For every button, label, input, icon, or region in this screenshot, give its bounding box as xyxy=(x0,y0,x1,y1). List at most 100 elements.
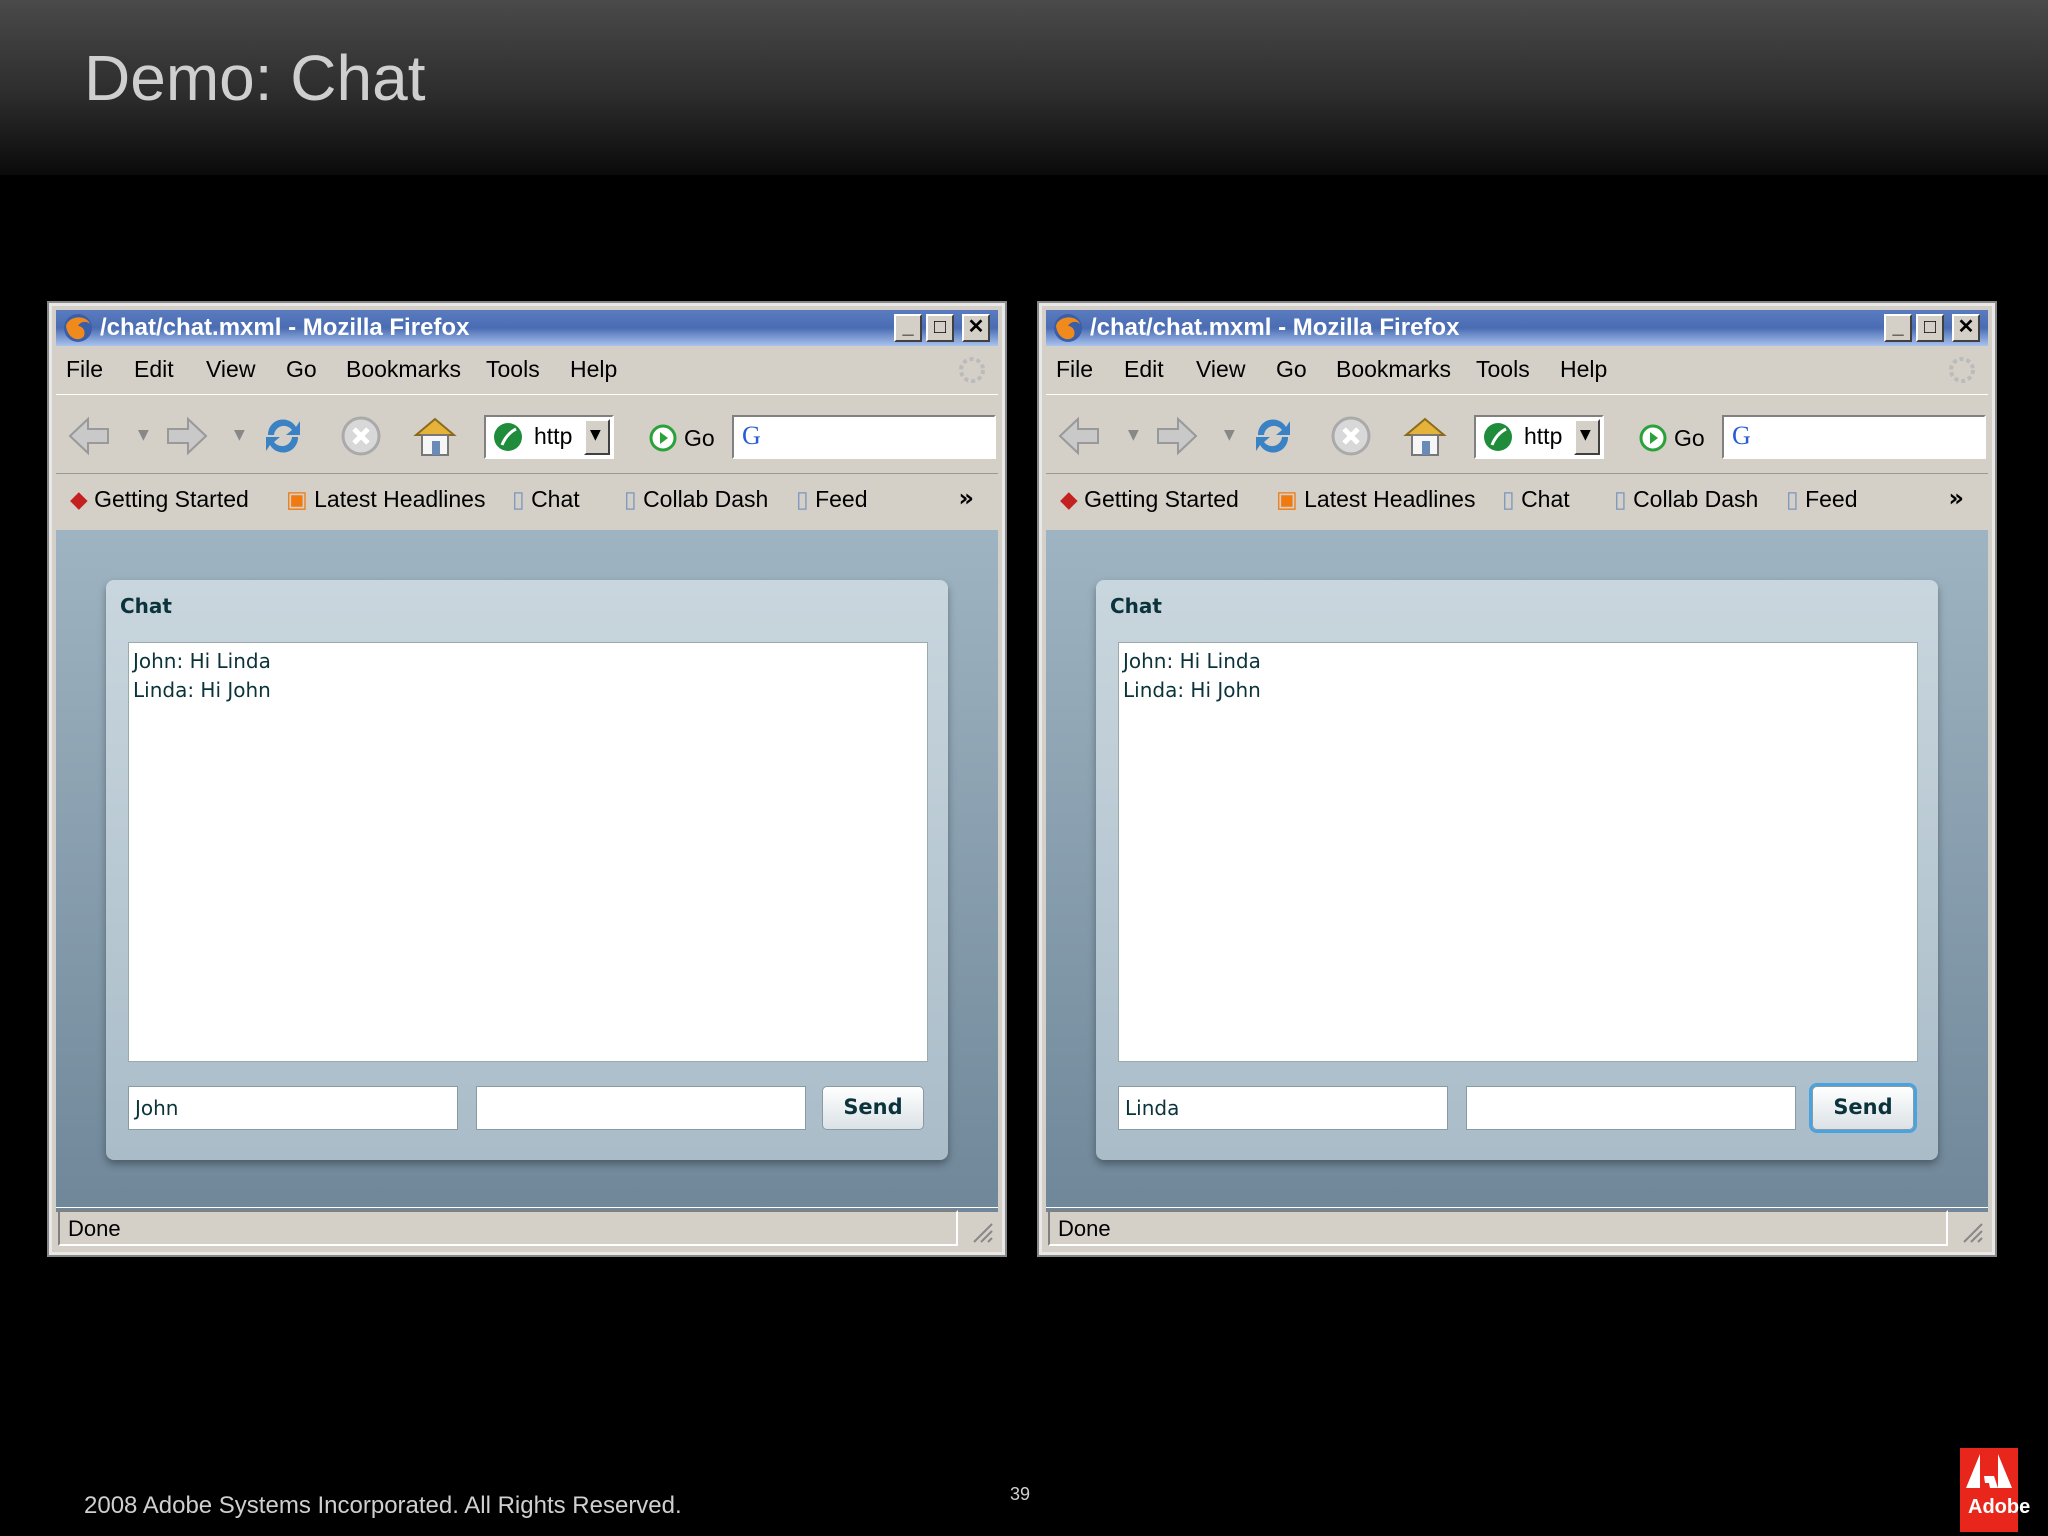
chat-panel: Chat John: Hi Linda Linda: Hi John Linda… xyxy=(1096,580,1938,1160)
back-arrow-icon[interactable] xyxy=(66,413,112,459)
browser-window-linda[interactable]: /chat/chat.mxml - Mozilla Firefox _ □ ✕ … xyxy=(1039,303,1995,1255)
title-bar[interactable]: /chat/chat.mxml - Mozilla Firefox _ □ ✕ xyxy=(1046,310,1988,346)
status-text: Done xyxy=(1048,1210,1948,1246)
message-input[interactable] xyxy=(1466,1086,1796,1130)
menu-edit[interactable]: Edit xyxy=(134,356,174,383)
slide-title: Demo: Chat xyxy=(84,42,426,114)
url-bar[interactable]: http ▼ xyxy=(484,415,614,459)
stop-icon[interactable] xyxy=(338,413,384,459)
go-icon[interactable] xyxy=(648,423,678,453)
firefox-bookmark-icon: ◆ xyxy=(1060,486,1078,512)
page-number: 39 xyxy=(1010,1484,1031,1504)
status-bar: Done xyxy=(56,1207,998,1248)
bookmark-getting-started[interactable]: ◆ Getting Started xyxy=(1060,486,1239,513)
bookmark-feed[interactable]: ▯ Feed xyxy=(796,486,868,513)
window-title: /chat/chat.mxml - Mozilla Firefox xyxy=(1090,314,1460,341)
throbber-icon xyxy=(1949,357,1975,383)
stop-icon[interactable] xyxy=(1328,413,1374,459)
forward-arrow-icon[interactable] xyxy=(164,413,210,459)
menu-tools[interactable]: Tools xyxy=(1476,356,1530,383)
chat-panel-title: Chat xyxy=(120,594,172,618)
firefox-icon xyxy=(1054,314,1082,342)
menu-view[interactable]: View xyxy=(206,356,255,383)
url-bar[interactable]: http ▼ xyxy=(1474,415,1604,459)
bookmark-collab-dash[interactable]: ▯ Collab Dash xyxy=(1614,486,1758,513)
site-globe-icon xyxy=(1484,423,1512,451)
minimize-button[interactable]: _ xyxy=(1884,314,1912,342)
navigation-toolbar: ▼ ▼ http ▼ Go G xyxy=(1046,394,1988,474)
navigation-toolbar: ▼ ▼ http ▼ Go G xyxy=(56,394,998,474)
page-icon: ▯ xyxy=(1502,486,1515,512)
menu-go[interactable]: Go xyxy=(286,356,317,383)
minimize-button[interactable]: _ xyxy=(894,314,922,342)
chat-panel-title: Chat xyxy=(1110,594,1162,618)
bookmark-getting-started[interactable]: ◆ Getting Started xyxy=(70,486,249,513)
bookmarks-overflow-chevron-icon[interactable]: » xyxy=(958,484,974,512)
title-bar[interactable]: /chat/chat.mxml - Mozilla Firefox _ □ ✕ xyxy=(56,310,998,346)
menu-go[interactable]: Go xyxy=(1276,356,1307,383)
bookmarks-overflow-chevron-icon[interactable]: » xyxy=(1948,484,1964,512)
menu-bar: File Edit View Go Bookmarks Tools Help xyxy=(1046,350,1988,390)
search-input[interactable]: G xyxy=(1722,415,1986,459)
bookmark-collab-dash[interactable]: ▯ Collab Dash xyxy=(624,486,768,513)
forward-dropdown-icon[interactable]: ▼ xyxy=(1224,427,1235,443)
send-button[interactable]: Send xyxy=(822,1086,924,1130)
home-icon[interactable] xyxy=(412,413,458,459)
firefox-bookmark-icon: ◆ xyxy=(70,486,88,512)
send-button[interactable]: Send xyxy=(1812,1086,1914,1130)
home-icon[interactable] xyxy=(1402,413,1448,459)
bookmark-chat[interactable]: ▯ Chat xyxy=(512,486,580,513)
chat-message: John: Hi Linda xyxy=(133,649,271,673)
menu-help[interactable]: Help xyxy=(570,356,617,383)
window-title: /chat/chat.mxml - Mozilla Firefox xyxy=(100,314,470,341)
browser-window-john[interactable]: /chat/chat.mxml - Mozilla Firefox _ □ ✕ … xyxy=(49,303,1005,1255)
menu-bookmarks[interactable]: Bookmarks xyxy=(346,356,461,383)
close-button[interactable]: ✕ xyxy=(962,314,990,342)
bookmarks-toolbar: ◆ Getting Started ▣ Latest Headlines ▯ C… xyxy=(1046,474,1988,532)
menu-file[interactable]: File xyxy=(66,356,103,383)
url-dropdown-button[interactable]: ▼ xyxy=(584,419,610,455)
username-input[interactable]: John xyxy=(128,1086,458,1130)
back-dropdown-icon[interactable]: ▼ xyxy=(138,427,149,443)
google-search-icon: G xyxy=(742,421,761,450)
go-label[interactable]: Go xyxy=(684,425,715,452)
menu-tools[interactable]: Tools xyxy=(486,356,540,383)
page-icon: ▯ xyxy=(1614,486,1627,512)
maximize-button[interactable]: □ xyxy=(1916,314,1944,342)
username-input[interactable]: Linda xyxy=(1118,1086,1448,1130)
forward-dropdown-icon[interactable]: ▼ xyxy=(234,427,245,443)
menu-help[interactable]: Help xyxy=(1560,356,1607,383)
resize-grip-icon[interactable] xyxy=(1958,1218,1984,1244)
menu-bookmarks[interactable]: Bookmarks xyxy=(1336,356,1451,383)
bookmark-latest-headlines[interactable]: ▣ Latest Headlines xyxy=(286,486,485,513)
message-input[interactable] xyxy=(476,1086,806,1130)
back-dropdown-icon[interactable]: ▼ xyxy=(1128,427,1139,443)
menu-view[interactable]: View xyxy=(1196,356,1245,383)
chat-message: Linda: Hi John xyxy=(133,678,271,702)
bookmark-latest-headlines[interactable]: ▣ Latest Headlines xyxy=(1276,486,1475,513)
reload-icon[interactable] xyxy=(260,413,306,459)
go-icon[interactable] xyxy=(1638,423,1668,453)
close-button[interactable]: ✕ xyxy=(1952,314,1980,342)
search-input[interactable]: G xyxy=(732,415,996,459)
page-content: Chat John: Hi Linda Linda: Hi John John … xyxy=(56,530,998,1212)
resize-grip-icon[interactable] xyxy=(968,1218,994,1244)
page-icon: ▯ xyxy=(512,486,525,512)
back-arrow-icon[interactable] xyxy=(1056,413,1102,459)
go-label[interactable]: Go xyxy=(1674,425,1705,452)
page-content: Chat John: Hi Linda Linda: Hi John Linda… xyxy=(1046,530,1988,1212)
forward-arrow-icon[interactable] xyxy=(1154,413,1200,459)
url-dropdown-button[interactable]: ▼ xyxy=(1574,419,1600,455)
menu-file[interactable]: File xyxy=(1056,356,1093,383)
chat-log[interactable]: John: Hi Linda Linda: Hi John xyxy=(1118,642,1918,1062)
menu-edit[interactable]: Edit xyxy=(1124,356,1164,383)
maximize-button[interactable]: □ xyxy=(926,314,954,342)
reload-icon[interactable] xyxy=(1250,413,1296,459)
chat-message: John: Hi Linda xyxy=(1123,649,1261,673)
adobe-logo-icon xyxy=(1960,1448,2018,1532)
url-text: http xyxy=(534,423,573,449)
bookmark-feed[interactable]: ▯ Feed xyxy=(1786,486,1858,513)
throbber-icon xyxy=(959,357,985,383)
chat-log[interactable]: John: Hi Linda Linda: Hi John xyxy=(128,642,928,1062)
bookmark-chat[interactable]: ▯ Chat xyxy=(1502,486,1570,513)
